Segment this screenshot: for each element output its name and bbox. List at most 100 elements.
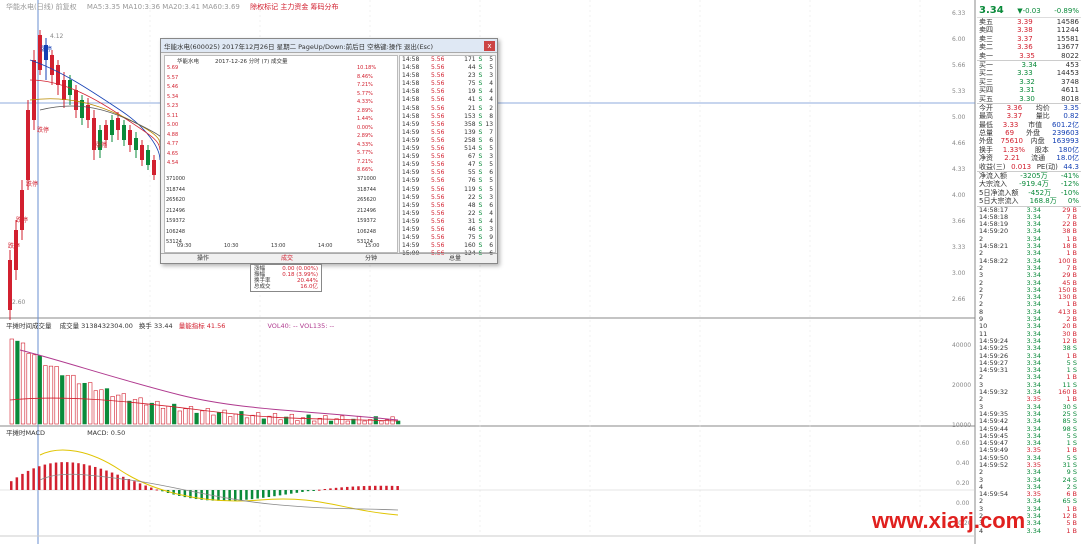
volume-bar <box>256 412 261 425</box>
tick-time: 2 <box>979 263 984 272</box>
macd-bar <box>82 464 86 490</box>
popup-tick-price: 5.56 <box>431 177 445 185</box>
candle-body <box>146 150 150 165</box>
stat-key: 股本 <box>1034 145 1049 154</box>
stat-value: 3.33 <box>1002 120 1019 129</box>
popup-tick-side: S <box>478 201 483 209</box>
ask-label: 卖四 <box>979 26 993 35</box>
popup-tick-count: 6 <box>489 136 494 144</box>
popup-tick-volume: 21 <box>467 104 476 112</box>
popup-tick-time: 14:58 <box>402 72 420 80</box>
popup-tick-price: 5.56 <box>431 64 445 72</box>
stock-terminal: 华能水电(日线) 前复权 MA5:3.35 MA10:3.36 MA20:3.4… <box>0 0 1082 544</box>
volume-bar <box>65 375 70 425</box>
volume-value: 成交量 3138432304.00 <box>59 322 133 330</box>
popup-time-tick: 14:00 <box>318 243 333 249</box>
bid-row[interactable]: 买三 3.32 3748 <box>977 78 1081 86</box>
popup-tick-price: 5.56 <box>431 145 445 153</box>
ask-row[interactable]: 卖三 3.37 15581 <box>977 35 1081 43</box>
macd-bar <box>329 488 332 490</box>
popup-price-tick: 5.57 <box>167 74 179 81</box>
popup-tick-side: S <box>478 56 483 63</box>
stat-key: 收益(三) <box>979 162 1006 171</box>
macd-bar <box>32 468 35 490</box>
popup-tick-price: 5.56 <box>431 104 445 112</box>
volume-bar <box>216 412 222 425</box>
volume-bar <box>312 420 317 425</box>
popup-pct-tick: 8.46% <box>357 73 373 80</box>
popup-tick-time: 14:59 <box>402 209 420 217</box>
popup-chart[interactable]: 华能水电 2017-12-26 分时 (7) 成交量 5.69 5.57 5.46 5… <box>164 55 398 253</box>
popup-footer-tab[interactable]: 成交 <box>245 253 329 263</box>
popup-volume-tick-r: 212496 <box>357 207 377 214</box>
volume-bar <box>116 394 121 425</box>
popup-tick-count: 4 <box>489 88 494 96</box>
macd-bar <box>262 490 265 498</box>
popup-title[interactable]: 华能水电(600025) 2017年12月26日 星期二 PageUp/Down… <box>161 39 497 53</box>
stat-key: 最高 <box>979 112 993 121</box>
popup-tick-price: 5.56 <box>431 209 445 217</box>
popup-tick-time: 14:58 <box>402 104 420 112</box>
popup-tick-row: 14:59 5.56 55 S 6 <box>400 169 495 177</box>
stat-row: 收益(三) 0.013 PE(动) 44.3 <box>977 163 1081 171</box>
intraday-popup[interactable]: 华能水电(600025) 2017年12月26日 星期二 PageUp/Down… <box>160 38 498 264</box>
popup-tick-price: 5.56 <box>431 201 445 209</box>
ask-row[interactable]: 卖五 3.39 14586 <box>977 18 1081 26</box>
popup-price-tick: 5.34 <box>167 93 179 100</box>
macd-bar <box>60 462 63 490</box>
macd-label: 平摊时MACD <box>6 429 45 437</box>
ask-row[interactable]: 卖二 3.36 13677 <box>977 43 1081 51</box>
popup-footer-tab[interactable]: 分钟 <box>329 253 413 263</box>
popup-tick-row: 14:59 5.56 47 S 5 <box>400 161 495 169</box>
popup-tick-time: 14:58 <box>402 80 420 88</box>
ask-label: 卖三 <box>979 34 993 43</box>
popup-price-tick: 5.11 <box>167 112 179 119</box>
popup-tick-time: 14:59 <box>402 185 420 193</box>
popup-tick-volume: 23 <box>467 72 476 80</box>
flow-pct: -10% <box>1060 188 1079 197</box>
volume-extra: 量能指标 41.56 <box>178 322 226 330</box>
candle-body <box>134 138 138 150</box>
candle-body <box>74 90 78 110</box>
popup-tick-volume: 22 <box>467 209 476 217</box>
ask-row[interactable]: 卖一 3.35 8022 <box>977 52 1081 60</box>
popup-tick-side: S <box>478 234 483 242</box>
stat-value: 75610 <box>1000 137 1023 146</box>
volume-bar <box>71 374 76 425</box>
macd-bar <box>88 465 91 490</box>
flow-pct: 0% <box>1067 197 1079 206</box>
popup-tick-row: 14:59 5.56 358 S 13 <box>400 121 495 129</box>
bid-row[interactable]: 买二 3.33 14453 <box>977 69 1081 77</box>
popup-footer-tab[interactable]: 操作 <box>161 253 245 263</box>
macd-bar <box>290 490 293 494</box>
popup-volume-tick-r: 265620 <box>357 197 377 203</box>
label-low2: 跌停 <box>16 217 29 224</box>
candle-body <box>50 55 54 75</box>
popup-volume-tick-r: 318744 <box>357 186 377 193</box>
candle-body <box>104 125 108 140</box>
volume-bar <box>32 354 37 425</box>
popup-tick-price: 5.56 <box>431 169 445 177</box>
popup-volume-tick: 318744 <box>166 186 186 193</box>
popup-tick-time: 14:59 <box>402 136 420 144</box>
popup-footer-tab[interactable]: 总量 <box>413 253 497 263</box>
macd-tick: 0.60 <box>956 440 970 447</box>
bid-row[interactable]: 买五 3.30 8018 <box>977 95 1081 103</box>
bid-row[interactable]: 买四 3.31 4611 <box>977 86 1081 94</box>
popup-tick-count: 2 <box>489 104 494 112</box>
tick-list[interactable]: 14:58:17 3.34 29 B 14:58:18 3.34 7 B 14:58:19 3… <box>977 205 1081 535</box>
popup-tick-list[interactable]: 14:58 5.56 171 S 5 14:58 5.56 44 S 5 14:58 5.56 23 S 3… <box>399 55 496 257</box>
flow-value: 168.8万 <box>1029 197 1057 206</box>
candle-body <box>122 125 126 140</box>
popup-tick-time: 14:58 <box>402 88 420 96</box>
tick-time: 14:59:52 <box>979 460 1009 469</box>
bid-row[interactable]: 买一 3.34 453 <box>977 61 1081 69</box>
popup-tick-price: 5.56 <box>431 217 445 225</box>
ask-row[interactable]: 卖四 3.38 11244 <box>977 26 1081 34</box>
stat-key: 换手 <box>979 145 993 154</box>
volume-bar <box>149 402 154 425</box>
volume-bar <box>54 366 59 425</box>
popup-volume-tick-r: 159372 <box>357 218 377 224</box>
close-button[interactable]: x <box>484 41 495 51</box>
quote-header: 3.34 ▼-0.03 -0.89% <box>977 4 1081 18</box>
